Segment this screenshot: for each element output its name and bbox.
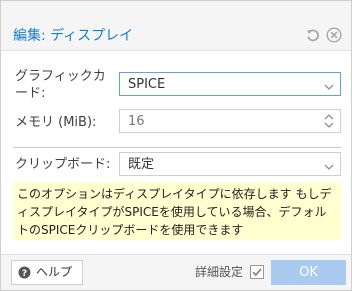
graphics-card-select[interactable]: SPICE: [119, 72, 341, 96]
section-divider: [13, 147, 341, 148]
graphics-card-label: グラフィックカード:: [15, 69, 106, 101]
ok-button-label: OK: [299, 265, 318, 280]
svg-text:?: ?: [22, 269, 27, 279]
chevron-down-icon[interactable]: [324, 80, 334, 94]
dialog-footer: ? ヘルプ 詳細設定 OK: [1, 254, 351, 290]
advanced-label: 詳細設定: [195, 265, 244, 279]
spinner-icon[interactable]: [324, 112, 334, 133]
memory-placeholder: 16: [128, 114, 145, 129]
dialog-body: グラフィックカード: SPICE メモリ (MiB): 16 クリップボード: …: [1, 52, 351, 254]
advanced-checkbox[interactable]: [250, 265, 264, 279]
close-icon[interactable]: [326, 27, 342, 43]
help-button-label: ヘルプ: [36, 265, 73, 279]
graphics-card-value: SPICE: [128, 77, 166, 92]
reset-icon[interactable]: [305, 27, 321, 43]
dialog-header: 編集: ディスプレイ: [1, 1, 351, 51]
dialog-title: 編集: ディスプレイ: [13, 28, 134, 44]
memory-label: メモリ (MiB):: [15, 115, 97, 130]
memory-input[interactable]: 16: [119, 109, 341, 133]
ok-button[interactable]: OK: [271, 260, 346, 285]
clipboard-label: クリップボード:: [15, 157, 111, 172]
clipboard-notice: このオプションはディスプレイタイプに依存します もしディスプレイタイプがSPIC…: [13, 182, 341, 240]
help-button[interactable]: ? ヘルプ: [11, 260, 83, 285]
clipboard-select[interactable]: 既定: [119, 152, 341, 176]
edit-display-dialog: 編集: ディスプレイ グラフィックカード: SPICE メモリ (MiB): 1…: [0, 0, 352, 291]
clipboard-value: 既定: [128, 157, 155, 172]
chevron-down-icon[interactable]: [324, 160, 334, 174]
help-icon: ?: [18, 266, 31, 282]
